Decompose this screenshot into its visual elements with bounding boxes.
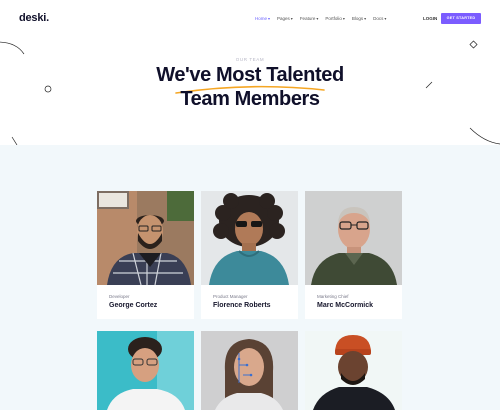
page-title-line-2: Team Members	[180, 88, 320, 110]
team-card[interactable]	[305, 331, 402, 410]
team-member-role: Marketing Chief	[317, 294, 349, 299]
chevron-down-icon: ▾	[268, 16, 271, 21]
top-navbar: deski. Home▾ Pages▾ Feature▾ Portfolio▾ …	[0, 0, 500, 38]
menu-item-blogs[interactable]: Blogs▾	[352, 16, 366, 21]
brand-logo[interactable]: deski.	[19, 12, 49, 24]
team-member-photo	[201, 331, 298, 410]
page-title-line-1: We've Most Talented	[156, 64, 344, 86]
main-menu: Home▾ Pages▾ Feature▾ Portfolio▾ Blogs▾ …	[255, 16, 386, 21]
section-eyebrow: OUR TEAM	[235, 57, 265, 62]
chevron-down-icon: ▾	[290, 16, 293, 21]
team-card[interactable]: Developer George Cortez	[97, 191, 194, 319]
hero-section: OUR TEAM We've Most Talented Team Member…	[0, 38, 500, 145]
team-card[interactable]	[201, 331, 298, 410]
menu-item-label: Docs	[373, 16, 384, 21]
login-link[interactable]: LOGIN	[423, 16, 437, 21]
chevron-down-icon: ▾	[316, 16, 319, 21]
team-member-name: Florence Roberts	[213, 302, 271, 309]
menu-item-label: Portfolio	[325, 16, 342, 21]
team-card[interactable]: Marketing Chief Marc McCormick	[305, 191, 402, 319]
team-member-photo	[305, 331, 402, 410]
team-member-name: Marc McCormick	[317, 302, 374, 309]
team-member-photo	[201, 191, 298, 285]
team-member-role: Product Manager	[213, 294, 248, 299]
menu-item-label: Feature	[299, 16, 316, 21]
menu-item-label: Pages	[277, 16, 290, 21]
chevron-down-icon: ▾	[364, 16, 367, 21]
team-member-photo	[97, 191, 194, 285]
menu-item-feature[interactable]: Feature▾	[300, 16, 319, 21]
chevron-down-icon: ▾	[342, 16, 345, 21]
chevron-down-icon: ▾	[384, 16, 387, 21]
menu-item-portfolio[interactable]: Portfolio▾	[325, 16, 345, 21]
team-card[interactable]	[97, 331, 194, 410]
get-started-button[interactable]: GET STARTED	[441, 13, 481, 24]
team-card[interactable]: Product Manager Florence Roberts	[201, 191, 298, 319]
menu-item-docs[interactable]: Docs▾	[373, 16, 386, 21]
menu-item-pages[interactable]: Pages▾	[277, 16, 293, 21]
menu-item-home[interactable]: Home▾	[255, 16, 270, 21]
team-member-name: George Cortez	[109, 302, 158, 309]
team-member-photo	[305, 191, 402, 285]
team-member-role: Developer	[109, 294, 130, 299]
team-member-photo	[97, 331, 194, 410]
menu-item-label: Home	[255, 16, 268, 21]
menu-item-label: Blogs	[351, 16, 364, 21]
